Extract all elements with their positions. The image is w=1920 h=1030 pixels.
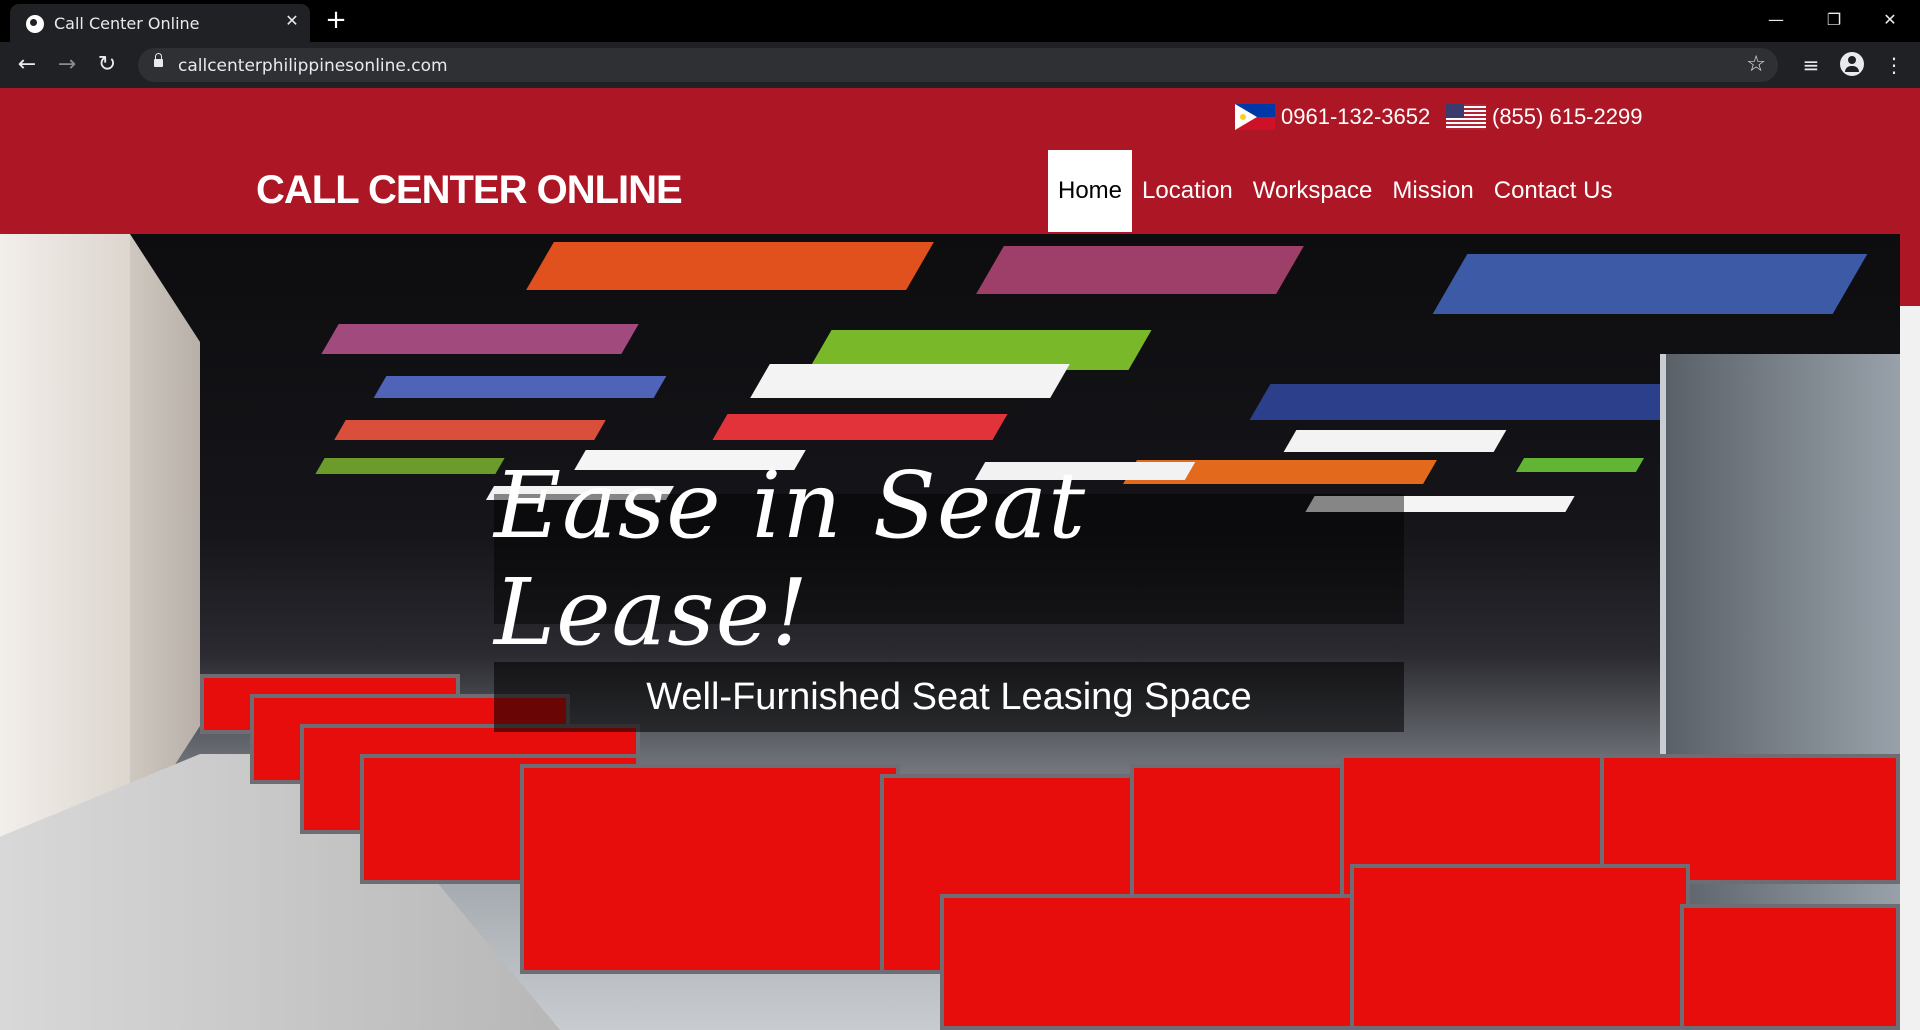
browser-toolbar: ← → ↻ callcenterphilippinesonline.com ☆ … (0, 42, 1920, 88)
phone-number: 0961-132-3652 (1281, 104, 1431, 129)
hero-subtitle: Well-Furnished Seat Leasing Space (646, 675, 1252, 718)
hero-banner: Ease in Seat Lease! Well-Furnished Seat … (0, 234, 1900, 1030)
lock-icon[interactable] (154, 53, 163, 67)
new-tab-icon[interactable]: + (322, 6, 350, 34)
main-nav: Home Location Workspace Mission Contact … (1048, 150, 1622, 232)
phone-philippines[interactable]: 0961-132-3652 (1235, 102, 1430, 132)
globe-icon (26, 15, 44, 33)
forward-icon[interactable]: → (54, 52, 80, 78)
window-close-icon[interactable]: ✕ (1878, 8, 1902, 32)
restore-icon[interactable]: ❐ (1822, 8, 1846, 32)
nav-mission[interactable]: Mission (1382, 150, 1483, 232)
nav-contact-us[interactable]: Contact Us (1484, 150, 1623, 232)
us-flag-icon (1446, 104, 1486, 130)
nav-location[interactable]: Location (1132, 150, 1243, 232)
bookmark-star-icon[interactable]: ☆ (1746, 52, 1766, 77)
address-bar[interactable]: callcenterphilippinesonline.com ☆ (138, 48, 1778, 82)
page-scrollbar-thumb[interactable] (1900, 88, 1920, 306)
browser-tab[interactable]: Call Center Online ✕ (10, 4, 310, 42)
philippines-flag-icon (1235, 104, 1275, 130)
reload-icon[interactable]: ↻ (94, 52, 120, 78)
page-scrollbar-track[interactable] (1900, 234, 1920, 1030)
hero-subtitle-box: Well-Furnished Seat Leasing Space (494, 662, 1404, 732)
site-logo[interactable]: CALL CENTER ONLINE (256, 168, 683, 213)
hero-title-box: Ease in Seat Lease! (494, 452, 1404, 666)
nav-workspace[interactable]: Workspace (1243, 150, 1383, 232)
nav-home[interactable]: Home (1048, 150, 1133, 232)
profile-avatar-icon[interactable] (1840, 52, 1864, 76)
browser-menu-icon[interactable]: ⋮ (1880, 51, 1908, 79)
media-control-icon[interactable]: ≡ (1797, 51, 1825, 79)
browser-tab-strip: Call Center Online ✕ + — ❐ ✕ (0, 0, 1920, 42)
site-header: 0961-132-3652 (855) 615-2299 CALL CENTER… (0, 88, 1900, 234)
close-tab-icon[interactable]: ✕ (282, 11, 302, 31)
tab-title: Call Center Online (54, 14, 200, 33)
hero-title: Ease in Seat Lease! (494, 452, 1087, 666)
minimize-icon[interactable]: — (1764, 8, 1788, 32)
back-icon[interactable]: ← (14, 52, 40, 78)
phone-us[interactable]: (855) 615-2299 (1446, 102, 1642, 132)
url-text[interactable]: callcenterphilippinesonline.com (178, 56, 448, 76)
phone-number: (855) 615-2299 (1492, 104, 1643, 129)
